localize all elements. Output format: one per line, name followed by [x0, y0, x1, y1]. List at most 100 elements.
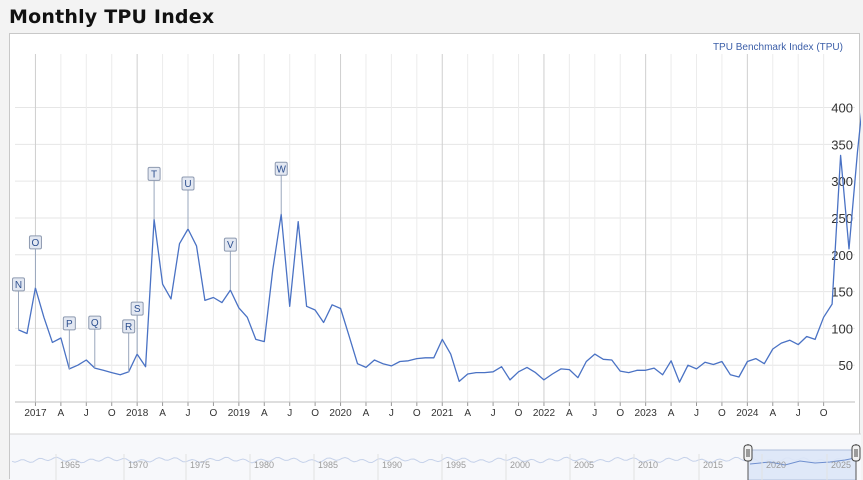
data-point — [219, 300, 224, 305]
flag-label: S — [134, 304, 141, 315]
page-title: Monthly TPU Index — [9, 6, 215, 28]
range-navigator[interactable]: 1965 1970 1975 1980 1985 1990 1995 2000 2005 2010… — [10, 433, 861, 480]
x-tick-label: J — [389, 408, 394, 419]
data-point — [474, 370, 479, 375]
data-point — [609, 358, 614, 363]
y-tick-label: 350 — [831, 137, 853, 152]
navigator-background — [10, 434, 861, 480]
flag-label: U — [184, 179, 191, 190]
x-tick-label: O — [616, 408, 624, 419]
data-point — [821, 315, 826, 320]
flag-label: P — [66, 319, 73, 330]
data-point — [508, 377, 513, 382]
data-point — [635, 368, 640, 373]
data-point — [397, 359, 402, 364]
x-tick-label: J — [796, 408, 801, 419]
x-tick-label: O — [820, 408, 828, 419]
data-point — [855, 149, 860, 154]
x-tick-label: A — [363, 408, 370, 419]
data-point — [652, 366, 657, 371]
navigator-year-label: 1975 — [190, 460, 210, 470]
handle-grip — [743, 444, 753, 462]
data-point — [575, 375, 580, 380]
data-point — [41, 315, 46, 320]
x-tick-label: A — [159, 408, 166, 419]
data-point — [558, 366, 563, 371]
data-point — [686, 363, 691, 368]
x-tick-label: A — [769, 408, 776, 419]
x-tick-label: J — [694, 408, 699, 419]
data-point — [211, 295, 216, 300]
x-tick-label: A — [261, 408, 268, 419]
data-point — [541, 377, 546, 382]
axis-layer: 501001502002503003504002017 A J O 2018 A J O 201… — [15, 101, 855, 419]
data-point — [465, 372, 470, 377]
x-tick-label: A — [464, 408, 471, 419]
data-point — [423, 355, 428, 360]
x-tick-label: O — [515, 408, 523, 419]
data-point — [380, 361, 385, 366]
handle-grip — [851, 444, 861, 462]
data-point — [719, 359, 724, 364]
series-line-tpu — [18, 112, 861, 383]
x-tick-label: 2018 — [126, 408, 149, 419]
data-point — [838, 153, 843, 158]
data-point — [109, 370, 114, 375]
x-tick-label: J — [592, 408, 597, 419]
x-tick-label: 2022 — [533, 408, 556, 419]
data-point — [753, 356, 758, 361]
legend[interactable]: TPU Benchmark Index (TPU) — [713, 42, 843, 53]
data-point — [24, 331, 29, 336]
event-flag-w: W — [274, 161, 288, 215]
data-point — [516, 369, 521, 374]
x-tick-label: J — [186, 408, 191, 419]
data-point — [84, 358, 89, 363]
data-point — [389, 363, 394, 368]
x-tick-label: A — [668, 408, 675, 419]
event-flag-q: Q — [88, 315, 102, 369]
data-point — [448, 352, 453, 357]
data-point — [169, 296, 174, 301]
data-point — [813, 337, 818, 342]
data-point — [338, 306, 343, 311]
data-point — [50, 340, 55, 345]
data-point — [677, 380, 682, 385]
data-point — [270, 267, 275, 272]
navigator-year-label: 2005 — [574, 460, 594, 470]
flag-label: V — [227, 240, 234, 251]
series-layer — [18, 112, 861, 385]
navigator-year-label: 1965 — [60, 460, 80, 470]
x-tick-label: J — [287, 408, 292, 419]
data-point — [194, 243, 199, 248]
data-point — [75, 363, 80, 368]
data-point — [694, 366, 699, 371]
x-tick-label: 2019 — [228, 408, 251, 419]
x-tick-label: A — [58, 408, 65, 419]
data-point — [372, 358, 377, 363]
data-point — [584, 359, 589, 364]
x-tick-label: 2023 — [635, 408, 658, 419]
data-point — [499, 364, 504, 369]
flag-label: W — [276, 164, 286, 175]
x-tick-label: O — [413, 408, 421, 419]
line-chart[interactable]: 501001502002503003504002017 A J O 2018 A J O 201… — [10, 34, 861, 480]
chart-frame: 50 100 150 200 250 300 350 400 2017 A J O 2018 A J O 201… — [9, 33, 861, 480]
data-point — [287, 304, 292, 309]
navigator-year-label: 1995 — [446, 460, 466, 470]
data-point — [143, 364, 148, 369]
data-point — [253, 337, 258, 342]
data-point — [321, 320, 326, 325]
data-point — [355, 361, 360, 366]
data-point — [626, 370, 631, 375]
data-point — [728, 372, 733, 377]
navigator-year-label: 2000 — [510, 460, 530, 470]
navigator-year-label: 1970 — [128, 460, 148, 470]
data-point — [304, 304, 309, 309]
data-point — [406, 358, 411, 363]
data-point — [245, 315, 250, 320]
flag-label: Q — [91, 318, 99, 329]
data-point — [262, 339, 267, 344]
event-flag-v: V — [223, 237, 237, 291]
x-tick-label: O — [210, 408, 218, 419]
flag-label: T — [151, 169, 157, 180]
